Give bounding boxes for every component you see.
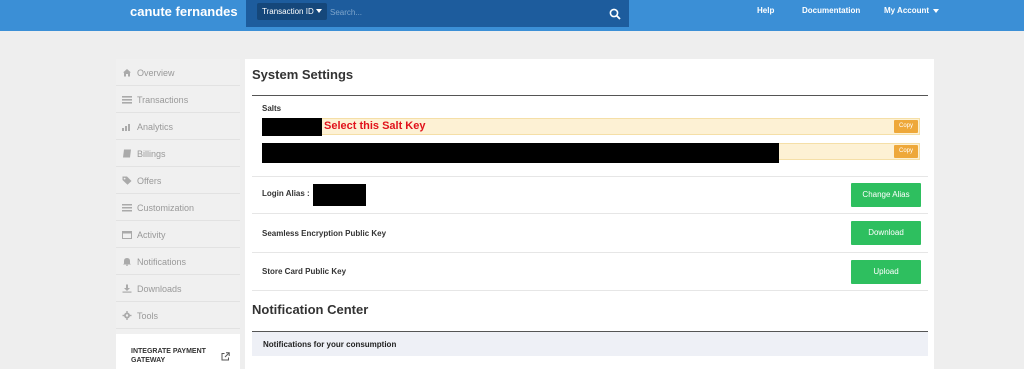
divider: [252, 290, 928, 291]
sidebar-item-label: Analytics: [137, 122, 174, 132]
salt-annotation: Select this Salt Key: [324, 120, 426, 132]
sidebar-item-analytics[interactable]: Analytics: [116, 113, 240, 140]
sidebar-item-downloads[interactable]: Downloads: [116, 275, 240, 302]
help-link[interactable]: Help: [757, 6, 774, 15]
sidebar-item-label: Downloads: [137, 284, 182, 294]
caret-down-icon: [316, 9, 322, 13]
sliders-icon: [122, 204, 132, 212]
sidebar-item-label: Notifications: [137, 257, 187, 267]
documentation-link[interactable]: Documentation: [802, 6, 860, 15]
divider: [252, 213, 928, 214]
sidebar-item-activity[interactable]: Activity: [116, 221, 240, 248]
search-type-dropdown[interactable]: Transaction ID: [257, 3, 327, 20]
notifications-subtitle: Notifications for your consumption: [263, 340, 397, 349]
integrate-payment-gateway-link[interactable]: INTEGRATE PAYMENT GATEWAY: [116, 334, 240, 369]
book-icon: [123, 149, 131, 158]
search-icon[interactable]: [609, 8, 621, 20]
redacted-alias: [313, 184, 366, 206]
gear-icon: [122, 311, 132, 320]
main-panel: System Settings Salts Select this Salt K…: [245, 59, 934, 369]
divider: [252, 95, 928, 96]
redacted-salt-2: [262, 143, 779, 163]
top-navbar: canute fernandes Transaction ID Help Doc…: [0, 0, 1024, 31]
brand-name[interactable]: canute fernandes: [130, 4, 238, 19]
sidebar-item-label: Billings: [137, 149, 166, 159]
list-icon: [122, 96, 132, 104]
sidebar-item-label: Customization: [137, 203, 195, 213]
store-card-key-label: Store Card Public Key: [262, 267, 347, 276]
my-account-menu[interactable]: My Account: [884, 6, 940, 15]
download-icon: [122, 284, 132, 293]
redacted-salt-1: [262, 118, 322, 136]
sidebar-item-offers[interactable]: Offers: [116, 167, 240, 194]
copy-salt-2-button[interactable]: Copy: [894, 145, 918, 158]
sidebar: Overview Transactions Analytics Billings…: [116, 59, 240, 369]
sidebar-item-customization[interactable]: Customization: [116, 194, 240, 221]
sidebar-item-notifications[interactable]: Notifications: [116, 248, 240, 275]
notification-center-title: Notification Center: [252, 302, 369, 317]
salts-label: Salts: [262, 104, 282, 113]
divider: [252, 176, 928, 177]
divider: [252, 252, 928, 253]
sidebar-item-transactions[interactable]: Transactions: [116, 86, 240, 113]
sidebar-item-billings[interactable]: Billings: [116, 140, 240, 167]
search-input[interactable]: [330, 3, 600, 21]
search-type-label: Transaction ID: [262, 7, 314, 16]
change-alias-button[interactable]: Change Alias: [851, 183, 921, 207]
copy-salt-1-button[interactable]: Copy: [894, 120, 918, 133]
notifications-header: Notifications for your consumption: [252, 332, 928, 356]
bar-chart-icon: [122, 124, 130, 131]
upload-button[interactable]: Upload: [851, 260, 921, 284]
sidebar-item-label: Overview: [137, 68, 175, 78]
sidebar-item-label: Activity: [137, 230, 166, 240]
sidebar-item-label: Transactions: [137, 95, 189, 105]
home-icon: [123, 69, 131, 77]
integrate-label: INTEGRATE PAYMENT GATEWAY: [131, 348, 206, 364]
bell-icon: [123, 258, 131, 266]
download-button[interactable]: Download: [851, 221, 921, 245]
sidebar-item-overview[interactable]: Overview: [116, 59, 240, 86]
my-account-label: My Account: [884, 6, 930, 15]
sidebar-item-tools[interactable]: Tools: [116, 302, 240, 329]
tag-icon: [122, 176, 132, 185]
login-alias-label: Login Alias :: [262, 189, 310, 198]
external-link-icon: [221, 352, 230, 361]
calendar-icon: [122, 231, 132, 239]
caret-down-icon: [933, 8, 940, 13]
encryption-key-label: Seamless Encryption Public Key: [262, 229, 387, 238]
sidebar-item-label: Offers: [137, 176, 162, 186]
sidebar-item-label: Tools: [137, 311, 159, 321]
system-settings-title: System Settings: [252, 67, 354, 82]
